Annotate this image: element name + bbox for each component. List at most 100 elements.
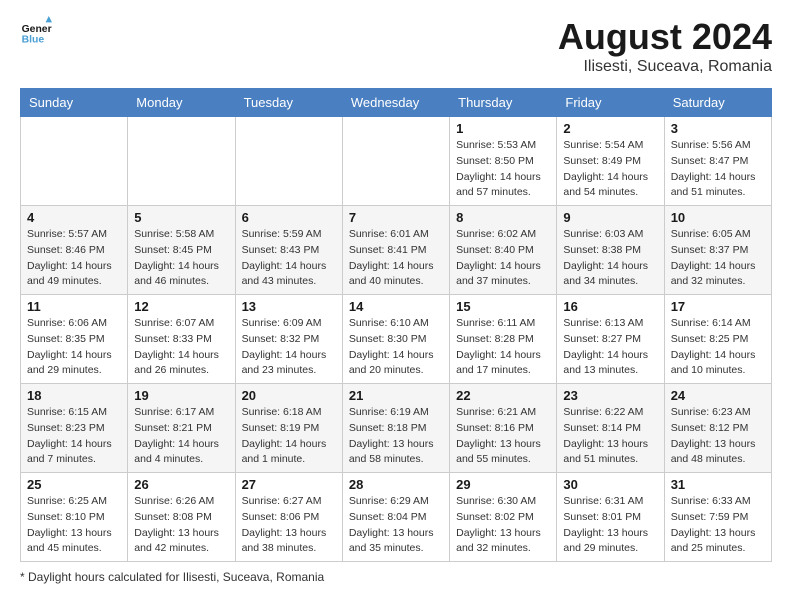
day-info: Sunrise: 5:56 AM Sunset: 8:47 PM Dayligh… xyxy=(671,138,765,201)
logo-icon: General Blue xyxy=(20,16,52,48)
day-number: 24 xyxy=(671,388,765,403)
day-cell: 8 Sunrise: 6:02 AM Sunset: 8:40 PM Daylig… xyxy=(450,206,557,295)
day-cell: 28 Sunrise: 6:29 AM Sunset: 8:04 PM Dayli… xyxy=(342,473,449,562)
svg-text:Blue: Blue xyxy=(22,34,45,45)
week-row-4: 18 Sunrise: 6:15 AM Sunset: 8:23 PM Dayli… xyxy=(21,384,772,473)
day-number: 18 xyxy=(27,388,121,403)
day-info: Sunrise: 6:14 AM Sunset: 8:25 PM Dayligh… xyxy=(671,316,765,379)
day-cell: 26Sunrise: 6:26 AM Sunset: 8:08 PM Dayli… xyxy=(128,473,235,562)
day-info: Sunrise: 5:53 AM Sunset: 8:50 PM Dayligh… xyxy=(456,138,550,201)
day-info: Sunrise: 6:06 AM Sunset: 8:35 PM Dayligh… xyxy=(27,316,121,379)
day-cell: 19 Sunrise: 6:17 AM Sunset: 8:21 PM Dayli… xyxy=(128,384,235,473)
day-number: 8 xyxy=(456,210,550,225)
day-info: Sunrise: 6:22 AM Sunset: 8:14 PM Dayligh… xyxy=(563,405,657,468)
day-cell: 2 Sunrise: 5:54 AM Sunset: 8:49 PM Daylig… xyxy=(557,117,664,206)
day-cell: 24 Sunrise: 6:23 AM Sunset: 8:12 PM Dayli… xyxy=(664,384,771,473)
day-cell: 11 Sunrise: 6:06 AM Sunset: 8:35 PM Dayli… xyxy=(21,295,128,384)
day-number: 10 xyxy=(671,210,765,225)
day-number: 22 xyxy=(456,388,550,403)
logo: General Blue xyxy=(20,16,52,48)
day-cell: 10Sunrise: 6:05 AM Sunset: 8:37 PM Dayli… xyxy=(664,206,771,295)
day-number: 13 xyxy=(242,299,336,314)
day-number: 31 xyxy=(671,477,765,492)
week-row-3: 11 Sunrise: 6:06 AM Sunset: 8:35 PM Dayli… xyxy=(21,295,772,384)
day-info: Sunrise: 6:10 AM Sunset: 8:30 PM Dayligh… xyxy=(349,316,443,379)
day-number: 1 xyxy=(456,121,550,136)
day-number: 9 xyxy=(563,210,657,225)
day-cell: 17 Sunrise: 6:14 AM Sunset: 8:25 PM Dayli… xyxy=(664,295,771,384)
day-cell: 30Sunrise: 6:31 AM Sunset: 8:01 PM Dayli… xyxy=(557,473,664,562)
day-info: Sunrise: 6:07 AM Sunset: 8:33 PM Dayligh… xyxy=(134,316,228,379)
day-cell: 6Sunrise: 5:59 AM Sunset: 8:43 PM Daylig… xyxy=(235,206,342,295)
day-cell: 4Sunrise: 5:57 AM Sunset: 8:46 PM Daylig… xyxy=(21,206,128,295)
day-info: Sunrise: 5:54 AM Sunset: 8:49 PM Dayligh… xyxy=(563,138,657,201)
weekday-header-tuesday: Tuesday xyxy=(235,89,342,117)
day-info: Sunrise: 6:11 AM Sunset: 8:28 PM Dayligh… xyxy=(456,316,550,379)
day-number: 17 xyxy=(671,299,765,314)
day-info: Sunrise: 6:33 AM Sunset: 7:59 PM Dayligh… xyxy=(671,494,765,557)
day-cell: 5Sunrise: 5:58 AM Sunset: 8:45 PM Daylig… xyxy=(128,206,235,295)
day-number: 15 xyxy=(456,299,550,314)
day-number: 30 xyxy=(563,477,657,492)
day-info: Sunrise: 6:29 AM Sunset: 8:04 PM Dayligh… xyxy=(349,494,443,557)
day-info: Sunrise: 6:18 AM Sunset: 8:19 PM Dayligh… xyxy=(242,405,336,468)
day-number: 16 xyxy=(563,299,657,314)
day-number: 11 xyxy=(27,299,121,314)
month-title: August 2024 xyxy=(558,16,772,58)
day-cell: 1 Sunrise: 5:53 AM Sunset: 8:50 PM Daylig… xyxy=(450,117,557,206)
day-info: Sunrise: 5:58 AM Sunset: 8:45 PM Dayligh… xyxy=(134,227,228,290)
footer-note-text: Daylight hours xyxy=(28,570,105,584)
day-cell: 31 Sunrise: 6:33 AM Sunset: 7:59 PM Dayli… xyxy=(664,473,771,562)
day-number: 3 xyxy=(671,121,765,136)
day-info: Sunrise: 6:03 AM Sunset: 8:38 PM Dayligh… xyxy=(563,227,657,290)
day-number: 28 xyxy=(349,477,443,492)
title-area: August 2024 Ilisesti, Suceava, Romania xyxy=(558,16,772,76)
day-number: 21 xyxy=(349,388,443,403)
weekday-header-saturday: Saturday xyxy=(664,89,771,117)
day-cell: 7 Sunrise: 6:01 AM Sunset: 8:41 PM Daylig… xyxy=(342,206,449,295)
day-cell: 14 Sunrise: 6:10 AM Sunset: 8:30 PM Dayli… xyxy=(342,295,449,384)
weekday-header-row: SundayMondayTuesdayWednesdayThursdayFrid… xyxy=(21,89,772,117)
day-cell: 20Sunrise: 6:18 AM Sunset: 8:19 PM Dayli… xyxy=(235,384,342,473)
day-info: Sunrise: 6:26 AM Sunset: 8:08 PM Dayligh… xyxy=(134,494,228,557)
day-info: Sunrise: 6:21 AM Sunset: 8:16 PM Dayligh… xyxy=(456,405,550,468)
weekday-header-sunday: Sunday xyxy=(21,89,128,117)
day-info: Sunrise: 6:15 AM Sunset: 8:23 PM Dayligh… xyxy=(27,405,121,468)
day-number: 6 xyxy=(242,210,336,225)
day-info: Sunrise: 6:02 AM Sunset: 8:40 PM Dayligh… xyxy=(456,227,550,290)
day-number: 27 xyxy=(242,477,336,492)
weekday-header-wednesday: Wednesday xyxy=(342,89,449,117)
day-number: 14 xyxy=(349,299,443,314)
day-cell: 16 Sunrise: 6:13 AM Sunset: 8:27 PM Dayli… xyxy=(557,295,664,384)
day-number: 25 xyxy=(27,477,121,492)
day-info: Sunrise: 6:30 AM Sunset: 8:02 PM Dayligh… xyxy=(456,494,550,557)
day-cell xyxy=(235,117,342,206)
day-cell: 23Sunrise: 6:22 AM Sunset: 8:14 PM Dayli… xyxy=(557,384,664,473)
day-info: Sunrise: 6:17 AM Sunset: 8:21 PM Dayligh… xyxy=(134,405,228,468)
weekday-header-friday: Friday xyxy=(557,89,664,117)
day-number: 7 xyxy=(349,210,443,225)
day-cell: 12Sunrise: 6:07 AM Sunset: 8:33 PM Dayli… xyxy=(128,295,235,384)
day-info: Sunrise: 6:23 AM Sunset: 8:12 PM Dayligh… xyxy=(671,405,765,468)
day-info: Sunrise: 6:27 AM Sunset: 8:06 PM Dayligh… xyxy=(242,494,336,557)
week-row-2: 4Sunrise: 5:57 AM Sunset: 8:46 PM Daylig… xyxy=(21,206,772,295)
day-info: Sunrise: 6:25 AM Sunset: 8:10 PM Dayligh… xyxy=(27,494,121,557)
day-cell: 13Sunrise: 6:09 AM Sunset: 8:32 PM Dayli… xyxy=(235,295,342,384)
weekday-header-monday: Monday xyxy=(128,89,235,117)
day-info: Sunrise: 6:19 AM Sunset: 8:18 PM Dayligh… xyxy=(349,405,443,468)
day-number: 19 xyxy=(134,388,228,403)
weekday-header-thursday: Thursday xyxy=(450,89,557,117)
day-info: Sunrise: 6:01 AM Sunset: 8:41 PM Dayligh… xyxy=(349,227,443,290)
day-cell: 25 Sunrise: 6:25 AM Sunset: 8:10 PM Dayli… xyxy=(21,473,128,562)
page-header: General Blue August 2024 Ilisesti, Sucea… xyxy=(20,16,772,76)
footer-note: * Daylight hours calculated for Ilisesti… xyxy=(20,570,772,584)
day-cell: 29Sunrise: 6:30 AM Sunset: 8:02 PM Dayli… xyxy=(450,473,557,562)
day-number: 4 xyxy=(27,210,121,225)
day-cell: 22 Sunrise: 6:21 AM Sunset: 8:16 PM Dayli… xyxy=(450,384,557,473)
day-cell: 21 Sunrise: 6:19 AM Sunset: 8:18 PM Dayli… xyxy=(342,384,449,473)
day-cell: 3 Sunrise: 5:56 AM Sunset: 8:47 PM Daylig… xyxy=(664,117,771,206)
calendar-table: SundayMondayTuesdayWednesdayThursdayFrid… xyxy=(20,88,772,562)
week-row-5: 25 Sunrise: 6:25 AM Sunset: 8:10 PM Dayli… xyxy=(21,473,772,562)
day-number: 2 xyxy=(563,121,657,136)
day-info: Sunrise: 6:13 AM Sunset: 8:27 PM Dayligh… xyxy=(563,316,657,379)
